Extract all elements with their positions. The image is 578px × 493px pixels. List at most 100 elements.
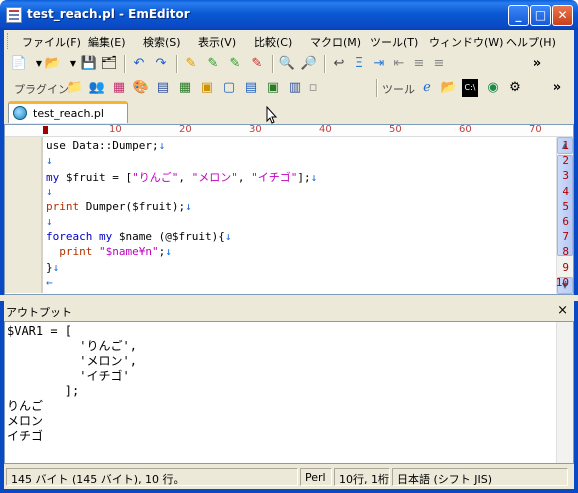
plugin-doc-icon[interactable]: ▤ [242, 79, 260, 97]
toolbar-overflow-icon[interactable]: » [528, 55, 546, 73]
close-button[interactable]: ✕ [552, 5, 573, 26]
line-number[interactable]: 9 [539, 261, 569, 274]
menu-macro[interactable]: マクロ(M) [310, 34, 361, 50]
code-line[interactable]: ← [46, 276, 53, 289]
plugin-color-icon[interactable]: 🎨 [132, 79, 150, 97]
ie-icon[interactable]: ℯ [418, 79, 436, 97]
marker-clear-icon[interactable]: ✎ [248, 55, 266, 73]
menu-grip[interactable] [7, 33, 10, 49]
align-icon[interactable]: Ξ [350, 55, 368, 73]
plugin-compare-icon[interactable]: ▥ [286, 79, 304, 97]
code-line[interactable]: print Dumper($fruit);↓ [46, 200, 192, 213]
ruler: 10 20 30 40 50 60 70 [5, 124, 573, 137]
plugin-explorer-icon[interactable]: 📁 [66, 79, 84, 97]
save-all-icon[interactable]: 🗂 [100, 55, 118, 73]
plugin-check-icon[interactable]: ▣ [264, 79, 282, 97]
web-icon[interactable]: ◉ [484, 79, 502, 97]
output-line: ]; [7, 384, 80, 398]
toolbar-separator [324, 55, 325, 73]
plugin-window-icon[interactable]: ▢ [220, 79, 238, 97]
menu-compare[interactable]: 比較(C) [254, 34, 292, 50]
output-line: 'りんご', [7, 339, 137, 353]
output-line: 'メロン', [7, 354, 137, 368]
maximize-button[interactable]: □ [530, 5, 551, 26]
save-icon[interactable]: 💾 [80, 55, 98, 73]
plugin-people-icon[interactable]: 👥 [88, 79, 106, 97]
editor-pane[interactable]: 10 20 30 40 50 60 70 use Data::Dumper;↓↓… [4, 124, 574, 295]
output-pane[interactable]: $VAR1 = [ 'りんご', 'メロン', 'イチゴ' ]; りんご メロン イチ… [4, 321, 574, 464]
line-number[interactable]: 4 [539, 185, 569, 198]
marker-icon[interactable]: ✎ [182, 55, 200, 73]
line-number[interactable]: 3 [539, 169, 569, 182]
output-close-icon[interactable]: × [557, 303, 568, 318]
toolbar-separator [176, 55, 177, 73]
redo-icon[interactable]: ↷ [152, 55, 170, 73]
tool-gear-icon[interactable]: ⚙ [506, 79, 524, 97]
plugin-toolbar: プラグイン 📁 👥 ▦ 🎨 ▤ ▦ ▣ ▢ ▤ ▣ ▥ ▫ ツール ℯ 📂 C:… [4, 76, 574, 100]
code-line[interactable]: use Data::Dumper;↓ [46, 139, 165, 152]
code-line[interactable]: ↓ [46, 154, 53, 167]
explorer-icon[interactable]: 📂 [440, 79, 458, 97]
emeditor-app-icon[interactable] [6, 7, 22, 23]
indent-icon[interactable]: ⇥ [370, 55, 388, 73]
menu-help[interactable]: ヘルプ(H) [506, 34, 556, 50]
code-line[interactable]: my $fruit = ["りんご", "メロン", "イチゴ"];↓ [46, 169, 317, 185]
menu-view[interactable]: 表示(V) [198, 34, 236, 50]
cmd-prompt-icon[interactable]: C:\ [462, 79, 478, 97]
ruler-mark: 30 [249, 124, 262, 135]
undo-icon[interactable]: ↶ [130, 55, 148, 73]
menu-bar: ファイル(F) 編集(E) 検索(S) 表示(V) 比較(C) マクロ(M) ツ… [0, 30, 578, 52]
window-frame-right [574, 30, 578, 470]
status-position[interactable]: 10行, 1桁 [334, 468, 390, 486]
find-icon[interactable]: 🔍 [278, 55, 296, 73]
tab-test-reach[interactable]: test_reach.pl [8, 101, 128, 123]
ruler-mark: 70 [529, 124, 542, 135]
status-encoding[interactable]: 日本語 (シフト JIS) [392, 468, 568, 486]
open-folder-icon[interactable]: 📂 [44, 55, 62, 73]
code-line[interactable]: ↓ [46, 185, 53, 198]
status-file-size: 145 バイト (145 バイト), 10 行。 [6, 468, 298, 486]
ruler-mark: 50 [389, 124, 402, 135]
plugin-list-icon[interactable]: ▤ [154, 79, 172, 97]
menu-tools[interactable]: ツール(T) [370, 34, 418, 50]
new-file-icon[interactable]: 📄 [10, 55, 28, 73]
minimize-button[interactable]: _ [508, 5, 529, 26]
menu-file[interactable]: ファイル(F) [22, 34, 81, 50]
ruler-mark: 10 [109, 124, 122, 135]
code-line[interactable]: print "$name¥n";↓ [46, 245, 172, 258]
toolbar-separator [272, 55, 273, 73]
toolbar2-overflow-icon[interactable]: » [548, 79, 566, 97]
outdent-icon[interactable]: ⇤ [390, 55, 408, 73]
code-line[interactable]: }↓ [46, 261, 59, 274]
menu-window[interactable]: ウィンドウ(W) [429, 34, 503, 50]
tool-toolbar-label: ツール [382, 83, 415, 96]
line-number[interactable]: 2 [539, 154, 569, 167]
output-line: $VAR1 = [ [7, 324, 73, 338]
toolbar-separator [376, 79, 377, 97]
menu-edit[interactable]: 編集(E) [88, 34, 126, 50]
plugin-outline-icon[interactable]: ▣ [198, 79, 216, 97]
menu-search[interactable]: 検索(S) [143, 34, 181, 50]
marker-prev-icon[interactable]: ✎ [226, 55, 244, 73]
perl-file-icon [13, 106, 27, 120]
line-number[interactable]: 6 [539, 215, 569, 228]
line-number[interactable]: 8 [539, 245, 569, 258]
output-vertical-scrollbar[interactable] [556, 322, 573, 463]
marker-next-icon[interactable]: ✎ [204, 55, 222, 73]
uncomment-icon[interactable]: ≡ [430, 55, 448, 73]
line-number[interactable]: 5 [539, 200, 569, 213]
line-number[interactable]: 7 [539, 230, 569, 243]
replace-icon[interactable]: 🔎 [300, 55, 318, 73]
plugin-toolbar-label: プラグイン [14, 83, 69, 96]
line-number[interactable]: 1 [539, 139, 569, 152]
wrap-icon[interactable]: ↩ [330, 55, 348, 73]
comment-icon[interactable]: ≡ [410, 55, 428, 73]
output-line: 'イチゴ' [7, 369, 130, 383]
plugin-table-icon[interactable]: ▦ [176, 79, 194, 97]
line-number[interactable]: 10 [539, 276, 569, 289]
code-line[interactable]: ↓ [46, 215, 53, 228]
status-mode[interactable]: Perl [300, 468, 332, 486]
code-line[interactable]: foreach my $name (@$fruit){↓ [46, 230, 231, 243]
plugin-grid-icon[interactable]: ▦ [110, 79, 128, 97]
main-toolbar: 📄 ▼ 📂 ▼ 💾 🗂 ↶ ↷ ✎ ✎ ✎ ✎ 🔍 🔎 ↩ Ξ ⇥ ⇤ ≡ ≡ … [4, 52, 574, 76]
